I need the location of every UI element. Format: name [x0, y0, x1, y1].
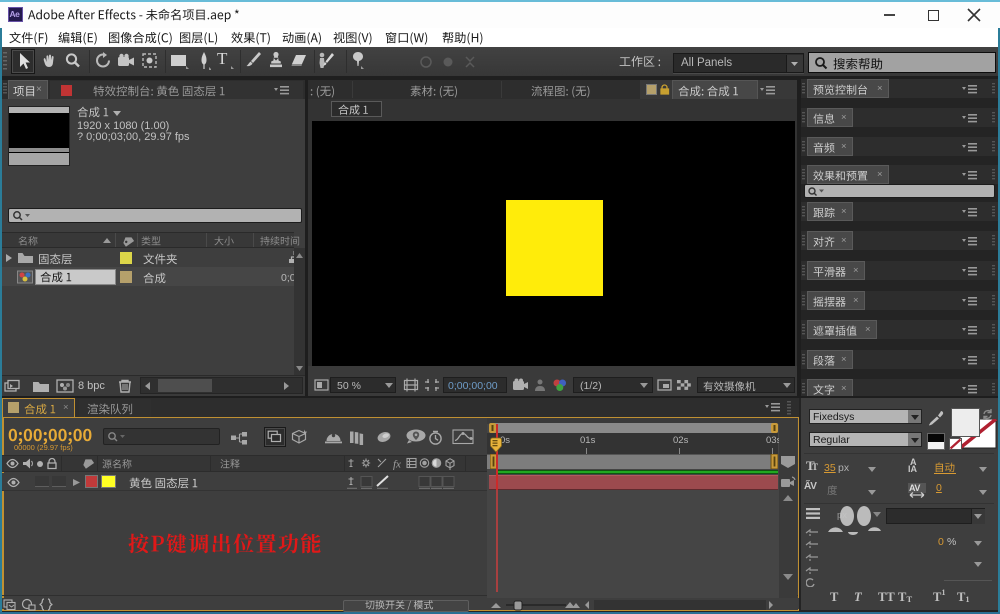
- svg-text:fx: fx: [393, 459, 401, 471]
